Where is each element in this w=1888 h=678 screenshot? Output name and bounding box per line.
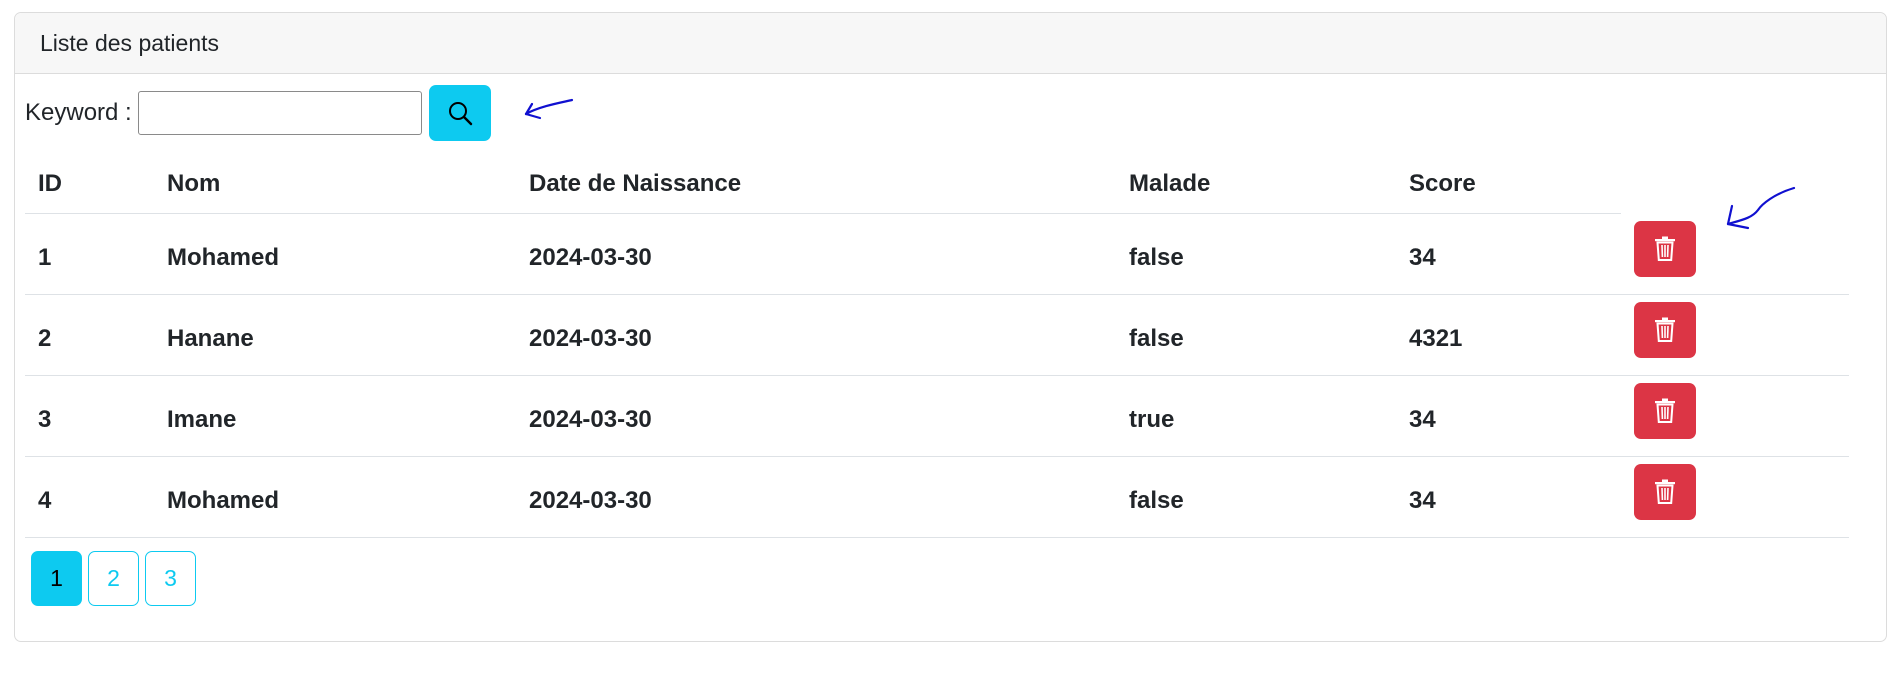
- cell-date: 2024-03-30: [516, 213, 1116, 295]
- cell-malade-text: false: [1129, 487, 1184, 514]
- cell-score-text: 4321: [1409, 325, 1463, 352]
- patients-table: ID Nom Date de Naissance Malade Score 1 …: [25, 154, 1849, 538]
- delete-button[interactable]: [1634, 464, 1696, 520]
- delete-button[interactable]: [1634, 383, 1696, 439]
- cell-id: 4: [25, 456, 154, 538]
- column-header-actions: [1621, 154, 1849, 214]
- cell-malade: false: [1116, 294, 1396, 376]
- cell-actions: [1621, 456, 1849, 538]
- card-title: Liste des patients: [40, 29, 220, 56]
- column-header-date: Date de Naissance: [516, 154, 1116, 214]
- cell-malade-text: true: [1129, 406, 1175, 433]
- delete-button[interactable]: [1634, 302, 1696, 358]
- cell-id: 2: [25, 294, 154, 376]
- cell-nom-text: Imane: [167, 406, 237, 433]
- cell-id-text: 2: [38, 325, 52, 352]
- search-button[interactable]: [428, 85, 491, 141]
- cell-score: 34: [1396, 456, 1621, 538]
- column-header-malade: Malade: [1116, 154, 1396, 214]
- cell-id: 1: [25, 213, 154, 295]
- cell-malade: true: [1116, 375, 1396, 457]
- cell-date-text: 2024-03-30: [529, 406, 652, 433]
- table-row: 2 Hanane 2024-03-30 false 4321: [25, 294, 1849, 376]
- table-row: 4 Mohamed 2024-03-30 false 34: [25, 456, 1849, 538]
- cell-score: 34: [1396, 375, 1621, 457]
- cell-score-text: 34: [1409, 244, 1436, 271]
- table-row: 1 Mohamed 2024-03-30 false 34: [25, 213, 1849, 295]
- cell-date: 2024-03-30: [516, 456, 1116, 538]
- cell-score-text: 34: [1409, 487, 1436, 514]
- cell-date: 2024-03-30: [516, 375, 1116, 457]
- cell-id: 3: [25, 375, 154, 457]
- column-header-nom: Nom: [154, 154, 516, 214]
- cell-nom-text: Hanane: [167, 325, 254, 352]
- cell-date: 2024-03-30: [516, 294, 1116, 376]
- cell-nom: Mohamed: [154, 456, 516, 538]
- cell-nom: Imane: [154, 375, 516, 457]
- cell-id-text: 3: [38, 406, 52, 433]
- cell-malade: false: [1116, 456, 1396, 538]
- delete-button[interactable]: [1634, 220, 1696, 277]
- cell-nom-text: Mohamed: [167, 487, 280, 514]
- cell-date-text: 2024-03-30: [529, 325, 652, 352]
- cell-actions: [1621, 294, 1849, 376]
- trash-icon: [1655, 479, 1675, 504]
- keyword-input[interactable]: [137, 91, 422, 135]
- page-button-1[interactable]: 1: [31, 551, 82, 606]
- table-header: ID Nom Date de Naissance Malade Score: [25, 154, 1849, 214]
- search-form: Keyword :: [25, 85, 491, 141]
- search-icon: [448, 102, 472, 126]
- cell-malade: false: [1116, 213, 1396, 295]
- trash-icon: [1655, 317, 1675, 342]
- table-row: 3 Imane 2024-03-30 true 34: [25, 375, 1849, 457]
- cell-malade-text: false: [1129, 325, 1184, 352]
- trash-icon: [1655, 398, 1675, 423]
- cell-nom: Hanane: [154, 294, 516, 376]
- cell-id-text: 4: [38, 487, 52, 514]
- trash-icon: [1655, 236, 1675, 261]
- column-header-score: Score: [1396, 154, 1621, 214]
- cell-score: 4321: [1396, 294, 1621, 376]
- page-button-3[interactable]: 3: [145, 551, 196, 606]
- cell-id-text: 1: [38, 244, 52, 271]
- keyword-label: Keyword :: [25, 99, 132, 126]
- card-header: Liste des patients: [15, 13, 1886, 74]
- cell-nom: Mohamed: [154, 213, 516, 295]
- annotation-arrow-search: [524, 98, 574, 120]
- cell-score-text: 34: [1409, 406, 1436, 433]
- cell-date-text: 2024-03-30: [529, 487, 652, 514]
- cell-score: 34: [1396, 213, 1621, 295]
- column-header-id: ID: [25, 154, 154, 214]
- cell-actions: [1621, 375, 1849, 457]
- page-button-2[interactable]: 2: [88, 551, 139, 606]
- cell-date-text: 2024-03-30: [529, 244, 652, 271]
- cell-actions: [1621, 213, 1849, 295]
- cell-malade-text: false: [1129, 244, 1184, 271]
- pagination: 1 2 3: [31, 551, 196, 606]
- cell-nom-text: Mohamed: [167, 244, 280, 271]
